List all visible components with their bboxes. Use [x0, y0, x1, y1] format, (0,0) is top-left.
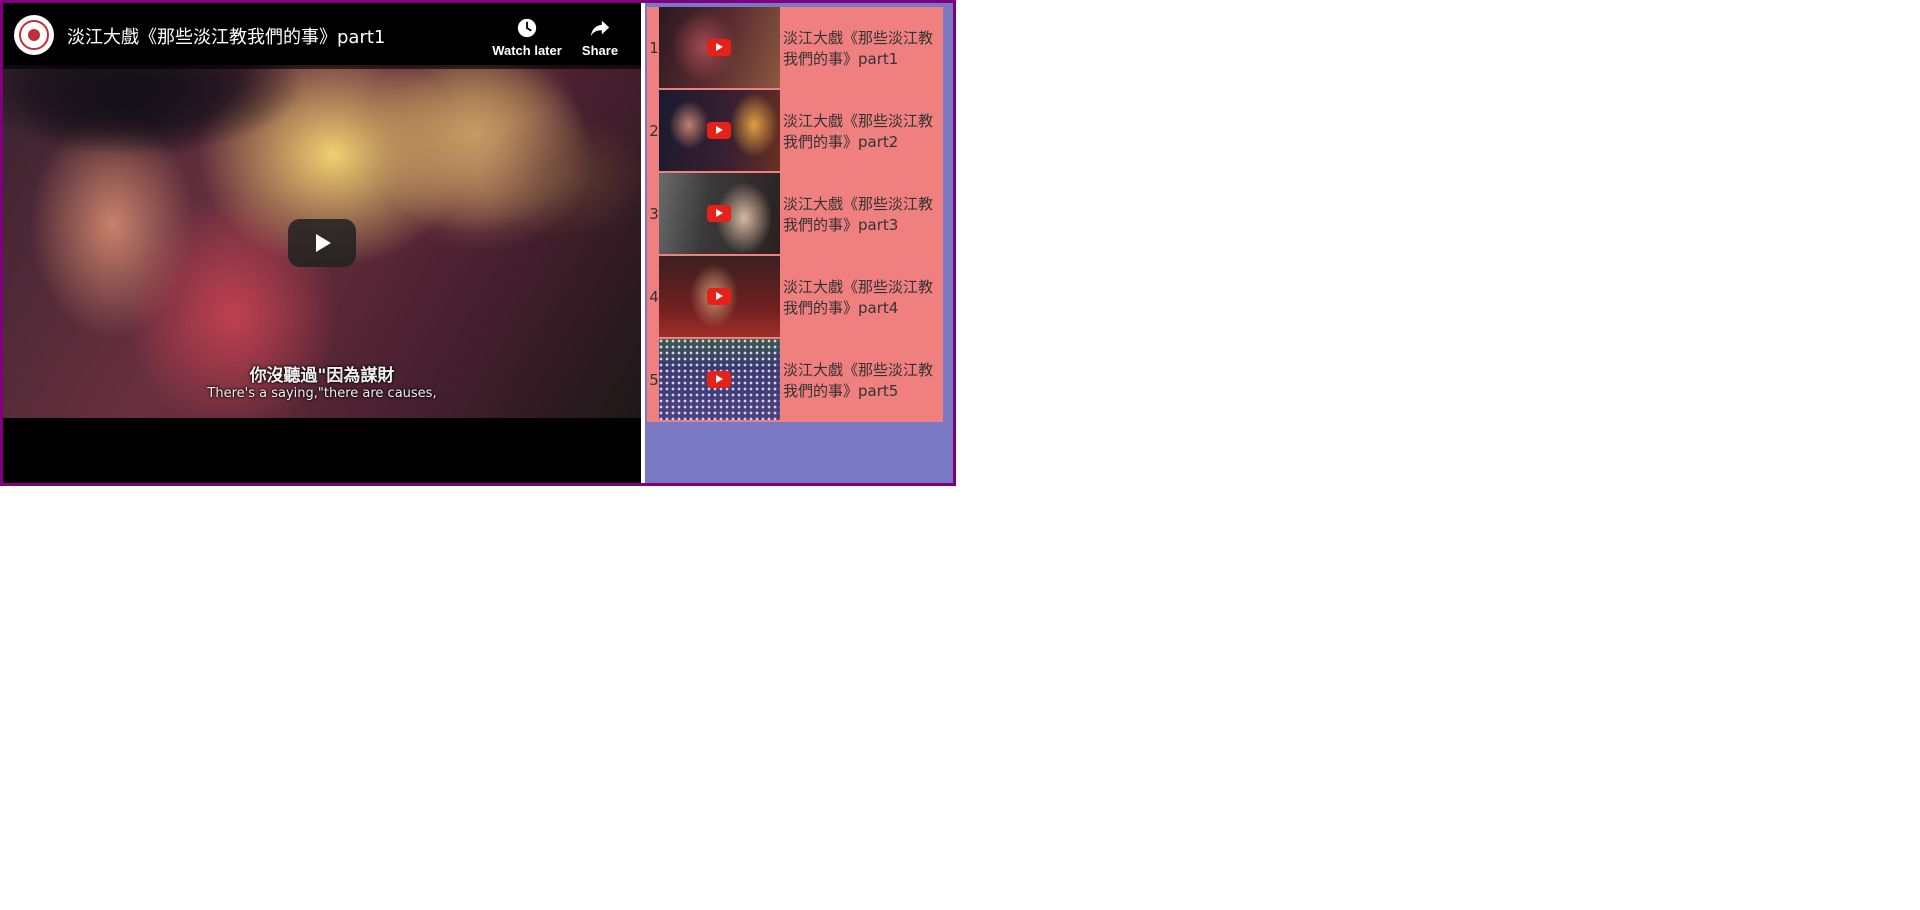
youtube-play-icon: [707, 288, 731, 305]
playlist-item-number: 3: [649, 205, 659, 223]
youtube-play-icon: [707, 205, 731, 222]
playlist-item[interactable]: 4 淡江大戲《那些淡江教我們的事》part4: [647, 256, 943, 338]
playlist-item-title[interactable]: 淡江大戲《那些淡江教我們的事》part3: [783, 194, 939, 236]
channel-logo[interactable]: [14, 15, 54, 55]
youtube-play-icon: [707, 122, 731, 139]
playlist-item-number: 2: [649, 122, 659, 140]
play-icon: [316, 234, 331, 252]
playlist-item[interactable]: 2 淡江大戲《那些淡江教我們的事》part2: [647, 90, 943, 172]
share-button[interactable]: Share: [560, 15, 640, 67]
playlist-item-number: 5: [649, 371, 659, 389]
channel-logo-dot: [28, 29, 40, 41]
playlist-item-number: 1: [649, 39, 659, 57]
player-top-bar: 淡江大戲《那些淡江教我們的事》part1 Watch later Share: [3, 3, 641, 69]
video-title[interactable]: 淡江大戲《那些淡江教我們的事》part1: [67, 23, 385, 49]
playlist-item-title[interactable]: 淡江大戲《那些淡江教我們的事》part5: [783, 360, 939, 402]
playlist-item[interactable]: 3 淡江大戲《那些淡江教我們的事》part3: [647, 173, 943, 255]
share-label: Share: [581, 43, 619, 58]
video-player[interactable]: 你沒聽過"因為謀財 There's a saying,"there are ca…: [3, 3, 641, 483]
playlist-item-number: 4: [649, 288, 659, 306]
youtube-play-icon: [707, 371, 731, 388]
clock-icon: [517, 18, 537, 38]
playlist-item-thumbnail[interactable]: [659, 256, 780, 337]
channel-logo-ring: [19, 20, 49, 50]
share-arrow-icon: [590, 20, 610, 37]
subtitle-chinese: 你沒聽過"因為謀財: [249, 366, 395, 386]
playlist-item[interactable]: 5 淡江大戲《那些淡江教我們的事》part5: [647, 339, 943, 421]
playlist-item-title[interactable]: 淡江大戲《那些淡江教我們的事》part1: [783, 28, 939, 70]
playlist-item[interactable]: 1 淡江大戲《那些淡江教我們的事》part1: [647, 7, 943, 89]
playlist-item-thumbnail[interactable]: [659, 90, 780, 171]
player-playlist-divider: [641, 3, 645, 483]
video-frame-shading: [3, 65, 303, 175]
playlist-item-thumbnail[interactable]: [659, 173, 780, 254]
playlist-item-title[interactable]: 淡江大戲《那些淡江教我們的事》part4: [783, 277, 939, 319]
embed-widget: 你沒聽過"因為謀財 There's a saying,"there are ca…: [0, 0, 956, 486]
watch-later-label: Watch later: [492, 43, 562, 58]
playlist-item-thumbnail[interactable]: [659, 7, 780, 88]
playlist: 1 淡江大戲《那些淡江教我們的事》part1 2 淡江大戲《那些淡江教我們的事》…: [647, 7, 943, 422]
youtube-play-icon: [707, 39, 731, 56]
playlist-item-thumbnail[interactable]: [659, 339, 780, 420]
playlist-item-title[interactable]: 淡江大戲《那些淡江教我們的事》part2: [783, 111, 939, 153]
play-button[interactable]: [288, 219, 356, 267]
watch-later-button[interactable]: Watch later: [487, 15, 567, 67]
video-frame-highlight: [363, 65, 641, 295]
subtitle-english: There's a saying,"there are causes,: [207, 386, 437, 401]
